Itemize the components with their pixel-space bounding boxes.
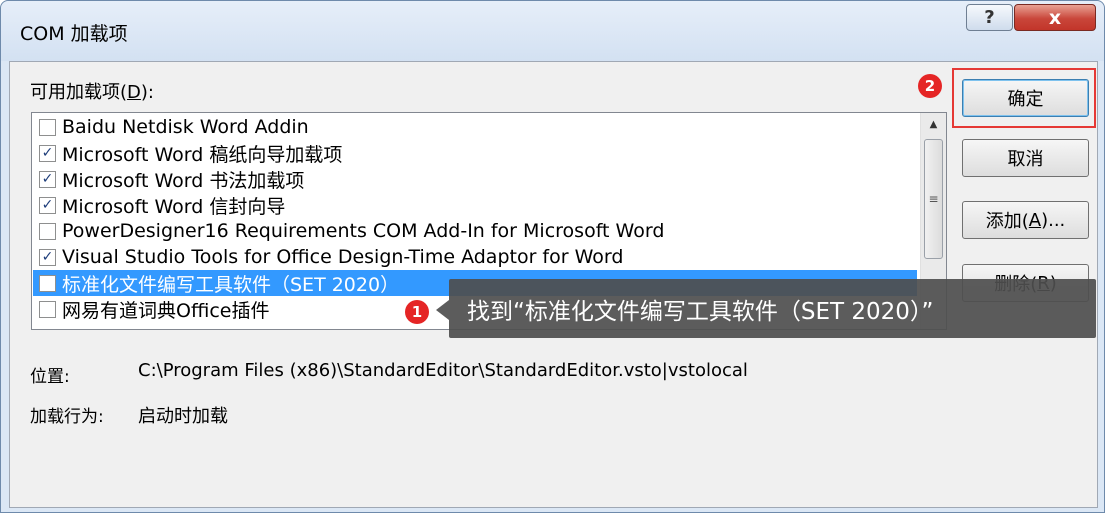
ok-button[interactable]: 确定 <box>962 79 1089 117</box>
addin-name: Microsoft Word 稿纸向导加载项 <box>62 143 343 166</box>
com-addins-dialog: COM 加载项 ? x 可用加载项(D): Baidu Netdisk Word… <box>0 0 1105 513</box>
addin-name: Baidu Netdisk Word Addin <box>62 116 309 138</box>
addin-name: 标准化文件编写工具软件（SET 2020） <box>62 273 400 296</box>
scroll-thumb[interactable]: ≡ <box>924 139 943 259</box>
addin-checkbox[interactable] <box>39 118 56 136</box>
help-button[interactable]: ? <box>966 4 1013 31</box>
addin-list-item[interactable]: Microsoft Word 稿纸向导加载项 <box>33 140 917 166</box>
addin-checkbox[interactable] <box>39 300 56 318</box>
addin-name: Microsoft Word 信封向导 <box>62 195 286 218</box>
step-2-badge: 2 <box>918 74 942 98</box>
title-bar: COM 加载项 ? x <box>1 1 1104 61</box>
location-value: C:\Program Files (x86)\StandardEditor\St… <box>138 360 748 381</box>
location-label: 位置: <box>30 367 70 387</box>
addin-checkbox[interactable] <box>39 196 56 214</box>
close-button[interactable]: x <box>1014 4 1096 31</box>
addin-name: 网易有道词典Office插件 <box>62 299 270 322</box>
step-1-callout: 找到“标准化文件编写工具软件（SET 2020）” <box>449 279 1096 338</box>
addin-list-item[interactable]: Baidu Netdisk Word Addin <box>33 114 917 140</box>
add-button[interactable]: 添加(A)... <box>962 201 1089 239</box>
cancel-button[interactable]: 取消 <box>962 139 1089 177</box>
addin-checkbox[interactable] <box>39 248 56 266</box>
callout-arrow <box>436 300 449 320</box>
addin-checkbox[interactable] <box>39 144 56 162</box>
help-icon: ? <box>984 7 995 28</box>
addin-checkbox[interactable] <box>39 222 56 240</box>
addin-list-item[interactable]: Visual Studio Tools for Office Design-Ti… <box>33 244 917 270</box>
addin-list-item[interactable]: Microsoft Word 信封向导 <box>33 192 917 218</box>
addin-name: Microsoft Word 书法加载项 <box>62 169 305 192</box>
addin-name: Visual Studio Tools for Office Design-Ti… <box>62 246 624 268</box>
available-addins-label: 可用加载项(D): <box>30 82 154 103</box>
load-behavior-label: 加载行为: <box>30 407 104 427</box>
addin-list-item[interactable]: PowerDesigner16 Requirements COM Add-In … <box>33 218 917 244</box>
addin-checkbox[interactable] <box>39 274 56 292</box>
load-behavior-value: 启动时加载 <box>138 406 228 427</box>
dialog-body: 可用加载项(D): Baidu Netdisk Word Addin Micros… <box>9 61 1098 508</box>
dialog-title: COM 加载项 <box>20 23 128 45</box>
addin-list-item[interactable]: Microsoft Word 书法加载项 <box>33 166 917 192</box>
addin-name: PowerDesigner16 Requirements COM Add-In … <box>62 220 665 242</box>
scroll-up-arrow-icon[interactable]: ▲ <box>921 113 946 135</box>
close-icon: x <box>1048 6 1062 29</box>
addin-checkbox[interactable] <box>39 170 56 188</box>
step-1-badge: 1 <box>405 300 429 324</box>
